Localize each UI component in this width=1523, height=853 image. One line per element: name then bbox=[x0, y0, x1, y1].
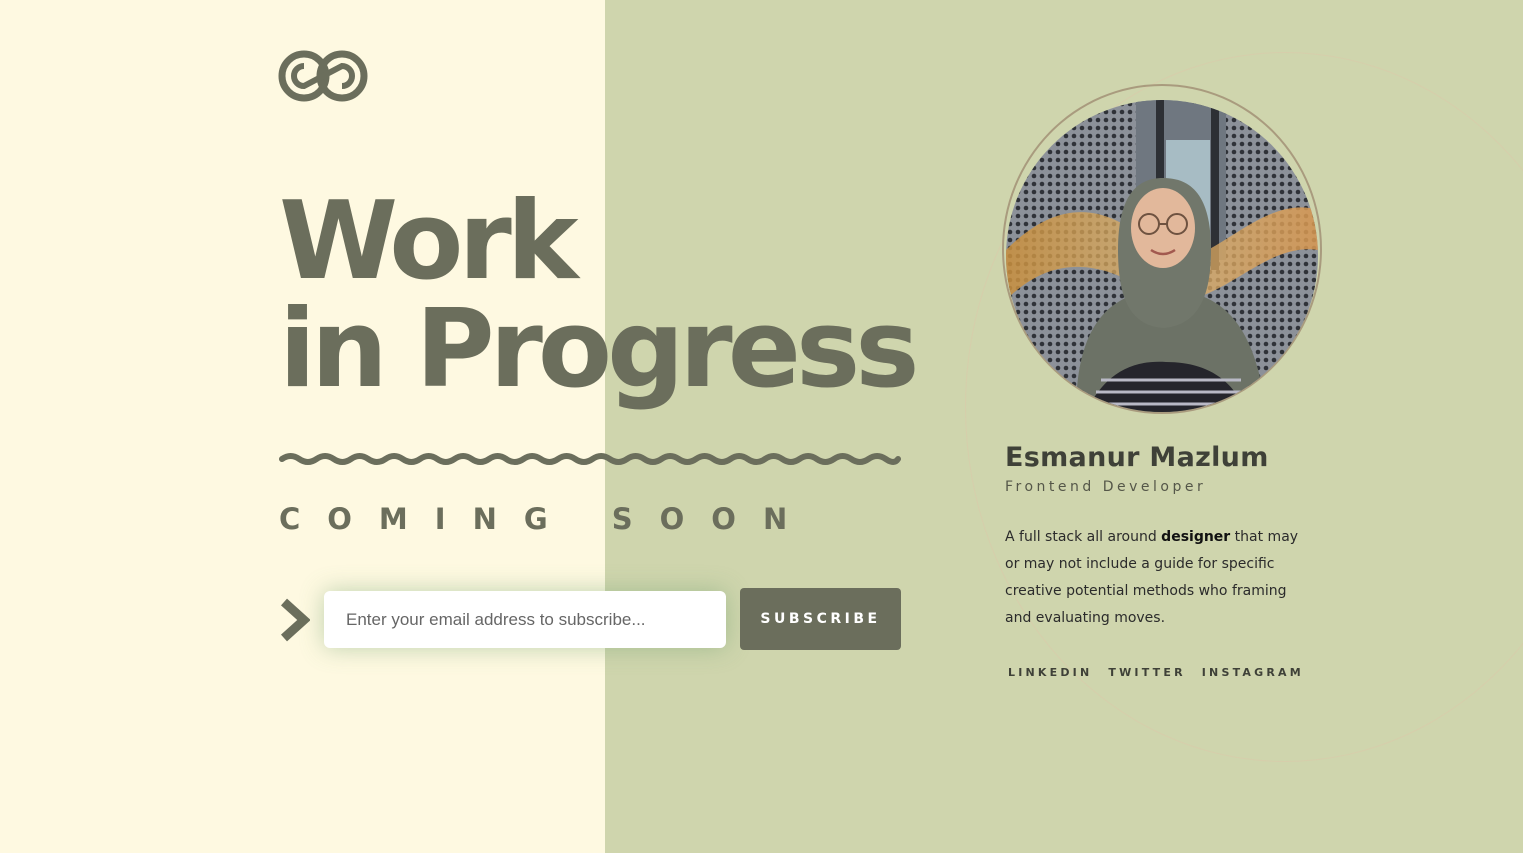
profile-photo bbox=[1006, 100, 1318, 412]
coming-soon-tagline: COMING SOON bbox=[279, 502, 815, 536]
bio-highlight: designer bbox=[1161, 529, 1231, 545]
headline-line-1: Work bbox=[279, 179, 579, 304]
headline-line-2: in Progress bbox=[279, 287, 920, 412]
instagram-link[interactable]: INSTAGRAM bbox=[1202, 666, 1304, 679]
coming-soon-page: Work in Progress COMING SOON SUBSCRIBE bbox=[0, 0, 1523, 853]
twitter-link[interactable]: TWITTER bbox=[1108, 666, 1185, 679]
left-panel bbox=[0, 0, 605, 853]
profile-bio: A full stack all around designer that ma… bbox=[1005, 524, 1305, 632]
chevron-right-icon bbox=[280, 598, 310, 642]
profile-name: Esmanur Mazlum bbox=[1005, 442, 1269, 473]
page-title: Work in Progress bbox=[279, 179, 920, 412]
linkedin-link[interactable]: LINKEDIN bbox=[1008, 666, 1092, 679]
social-links: LINKEDIN TWITTER INSTAGRAM bbox=[1008, 666, 1304, 679]
bio-text-start: A full stack all around bbox=[1005, 529, 1162, 545]
wavy-line-divider bbox=[279, 453, 901, 465]
email-field[interactable] bbox=[324, 591, 726, 648]
profile-role: Frontend Developer bbox=[1005, 479, 1207, 495]
avatar bbox=[1006, 100, 1318, 412]
subscribe-button[interactable]: SUBSCRIBE bbox=[740, 588, 901, 650]
infinity-loop-logo-icon bbox=[278, 50, 368, 102]
